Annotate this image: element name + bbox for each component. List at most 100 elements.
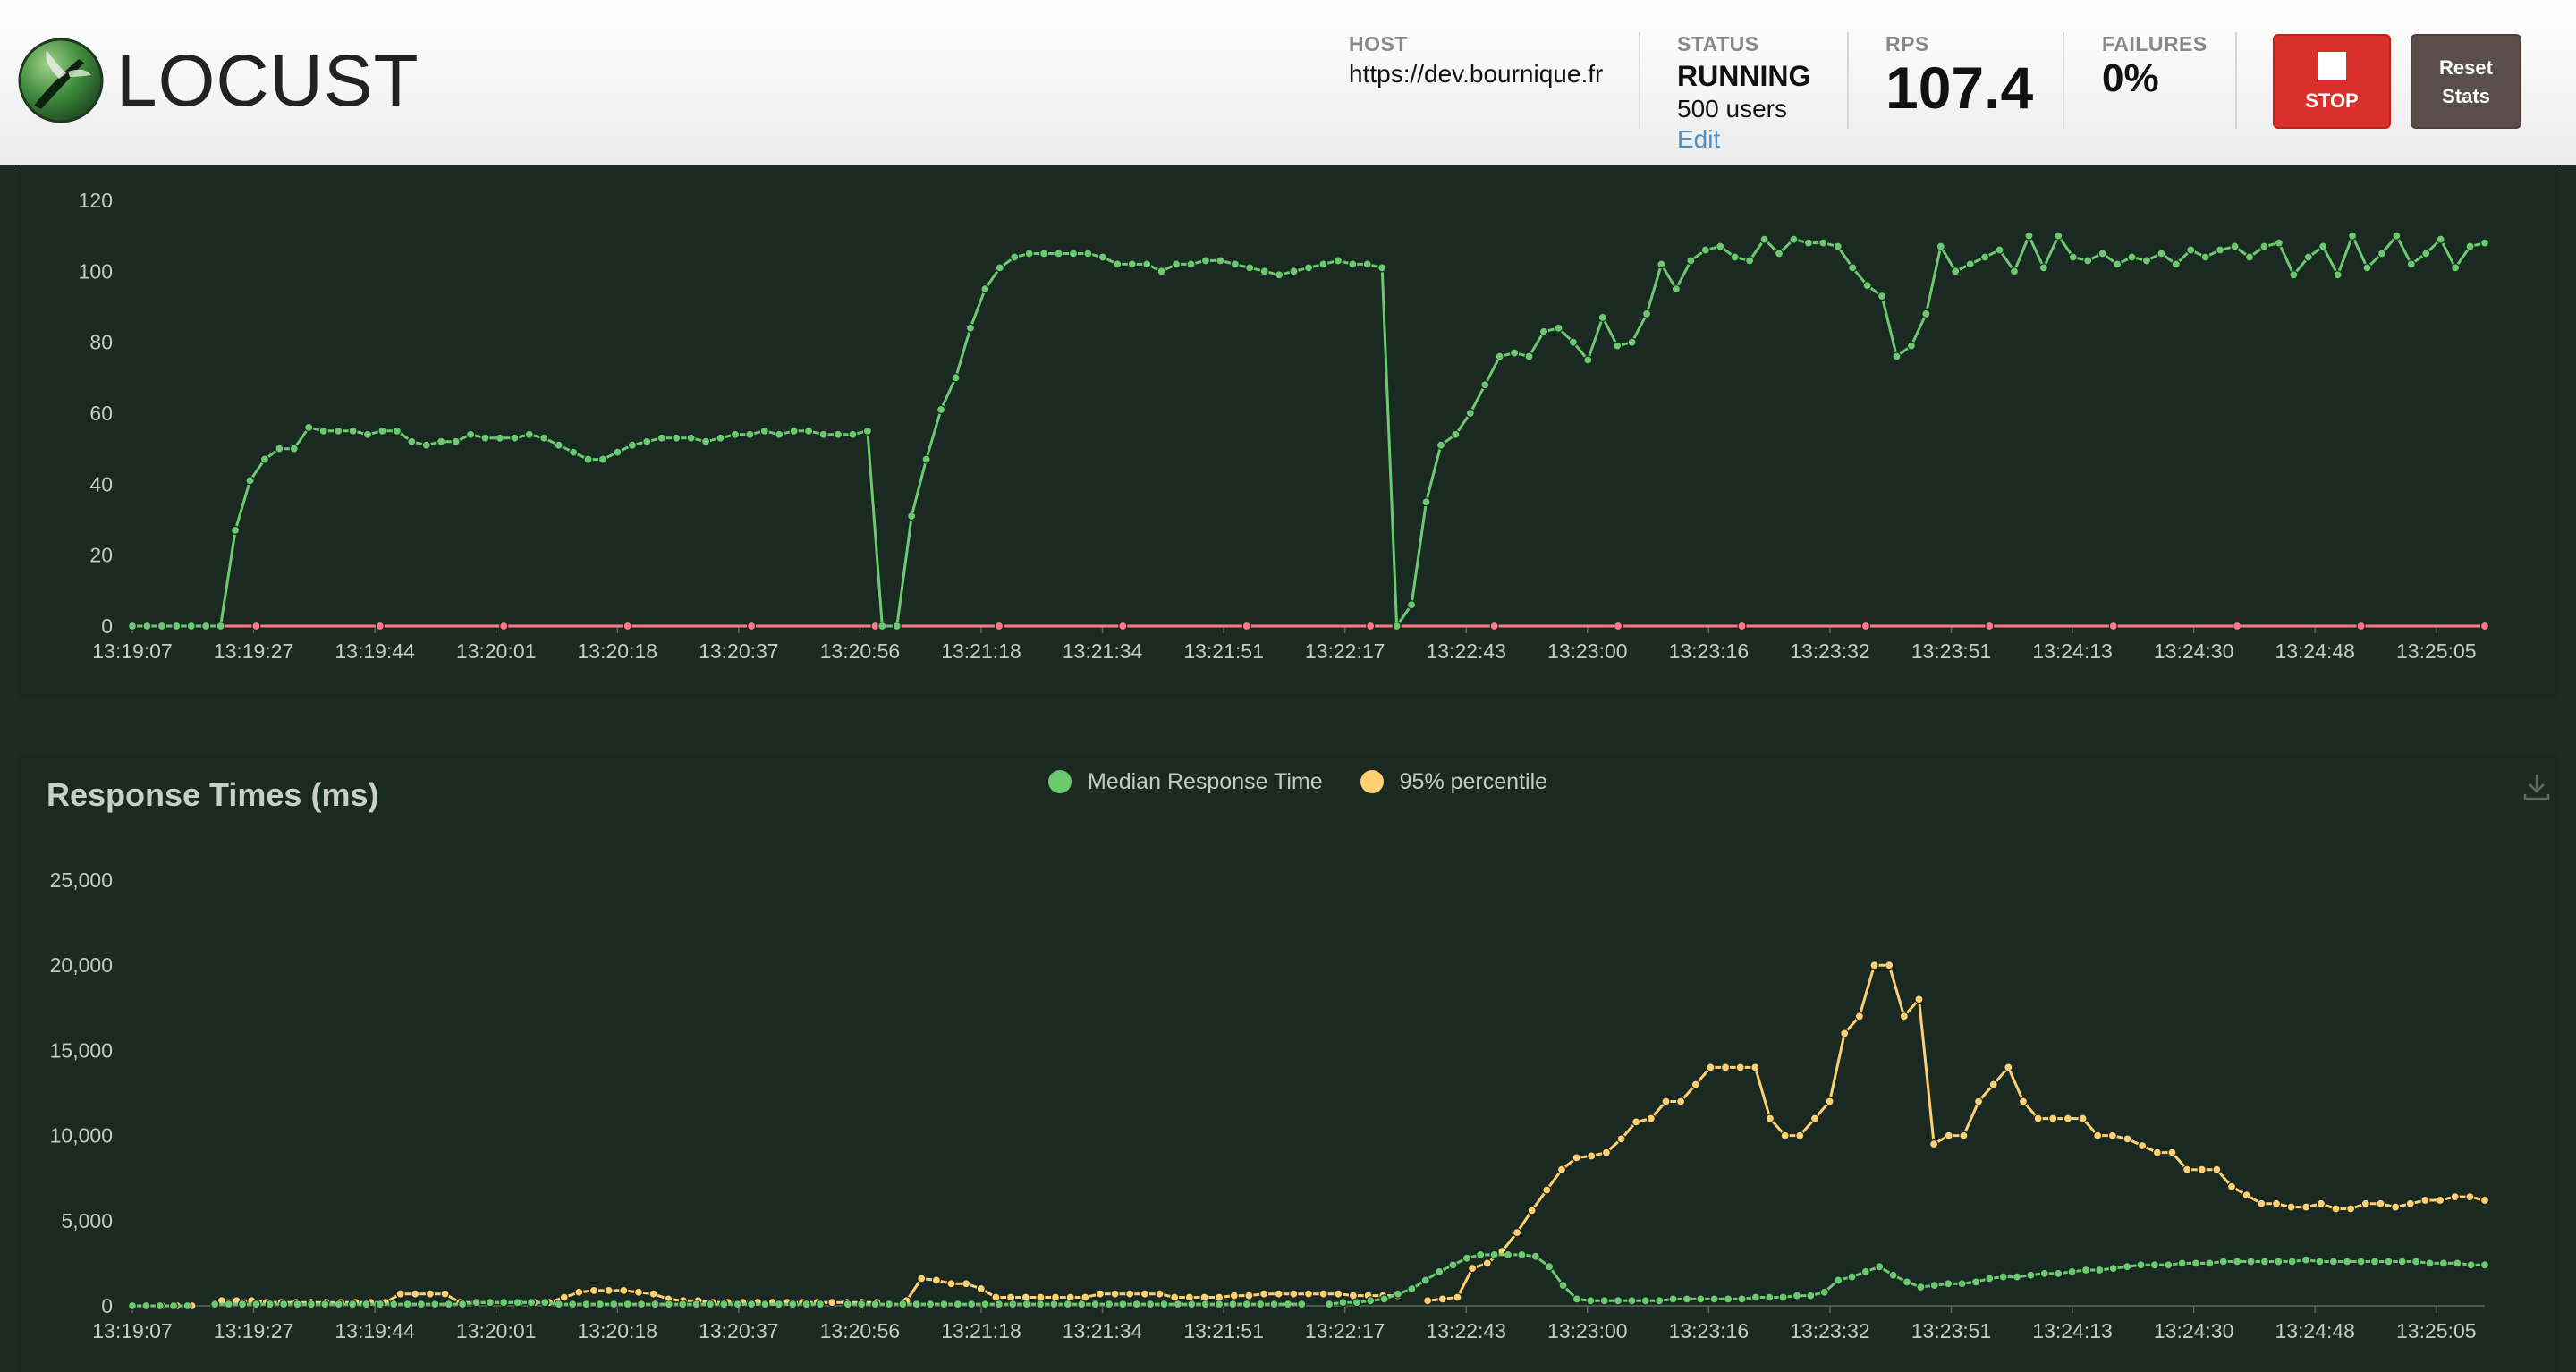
data-point [1750,1063,1760,1072]
data-point [2392,231,2402,241]
data-point [843,1299,852,1309]
edit-users-link[interactable]: Edit [1677,125,1810,154]
data-point [774,1299,784,1309]
reset-stats-label-line1: Reset [2439,56,2493,79]
data-point [892,621,902,631]
data-point [251,621,261,631]
data-point [1377,263,1387,273]
data-point [1451,429,1461,439]
data-point [980,284,990,294]
data-point [1572,1294,1582,1304]
data-point [2186,245,2196,255]
response-times-chart-panel: Response Times (ms) Median Response Time… [18,753,2558,1372]
series-line [1428,963,2486,1302]
data-point [2397,1257,2407,1266]
data-point [2241,1190,2251,1200]
data-point [2230,241,2240,251]
reset-stats-button[interactable]: Reset Stats [2411,34,2521,129]
data-point [1241,1299,1251,1309]
data-point [976,1283,986,1294]
data-point [1517,1249,1527,1259]
data-point [1420,1275,1430,1285]
data-point [2301,1202,2311,1212]
data-point [877,621,887,631]
data-point [636,1299,647,1309]
data-point [1682,1294,1692,1304]
data-point [416,1299,427,1309]
data-point [2318,241,2328,251]
data-point [1171,259,1182,269]
data-point [775,429,784,439]
data-point [2009,267,2020,276]
data-point [251,1299,261,1309]
data-point [540,1298,550,1308]
data-point [1039,249,1049,258]
data-point [1110,1289,1120,1299]
data-point [1655,1296,1665,1306]
x-tick-label: 13:20:18 [578,639,658,663]
data-point [1200,256,1211,266]
data-point [347,1299,358,1309]
data-point [407,436,417,446]
data-point [1104,1299,1114,1309]
data-point [2333,270,2343,280]
x-tick-label: 13:22:17 [1305,1319,1385,1342]
data-point [581,1299,591,1309]
data-point [2149,1260,2159,1270]
data-point [604,1285,614,1295]
data-point [1854,1012,1864,1021]
data-point [1780,1131,1790,1140]
x-tick-label: 13:21:51 [1183,639,1264,663]
data-point [2420,1195,2430,1206]
data-point [1759,234,1769,244]
data-point [1834,1275,1843,1285]
data-point [1436,440,1446,450]
data-point [1159,1299,1169,1309]
data-point [745,429,755,439]
data-point [2259,241,2269,251]
y-tick-label: 40 [89,472,113,495]
data-point [2450,1192,2460,1202]
data-point [716,433,725,443]
y-tick-label: 20 [89,544,113,567]
data-point [2479,621,2490,631]
data-point [510,433,520,443]
data-point [465,429,476,439]
data-point [1599,1296,1609,1306]
data-point [1173,1299,1182,1309]
data-point [1951,267,1961,276]
data-point [1848,263,1858,273]
data-point [1245,263,1255,273]
data-point [2356,621,2366,631]
data-point [2391,1202,2401,1212]
data-point [1929,1281,1939,1291]
data-point [946,1279,956,1289]
data-point [1646,1114,1656,1123]
stop-button[interactable]: STOP [2273,34,2391,129]
data-point [554,1299,564,1309]
data-point [2152,1148,2162,1157]
data-point [402,1299,412,1309]
data-point [583,454,593,464]
data-point [2315,1257,2325,1266]
data-point [334,1299,343,1309]
data-point [2259,1257,2270,1266]
data-point [965,323,976,333]
data-point [1324,1299,1335,1309]
stop-button-label: STOP [2305,89,2359,112]
data-point [182,1300,192,1311]
data-point [650,1299,660,1309]
data-point [2067,1266,2077,1277]
data-point [1818,238,1828,248]
x-tick-label: 13:20:37 [699,639,779,663]
data-point [2123,1262,2132,1272]
data-point [862,426,872,436]
data-point [1362,259,1372,269]
data-point [499,1298,509,1308]
data-point [1303,263,1314,273]
data-point [1142,259,1152,269]
data-point [1090,1299,1100,1309]
data-point [2063,1114,2073,1123]
data-point [1274,1289,1284,1299]
data-point [1468,1264,1478,1274]
